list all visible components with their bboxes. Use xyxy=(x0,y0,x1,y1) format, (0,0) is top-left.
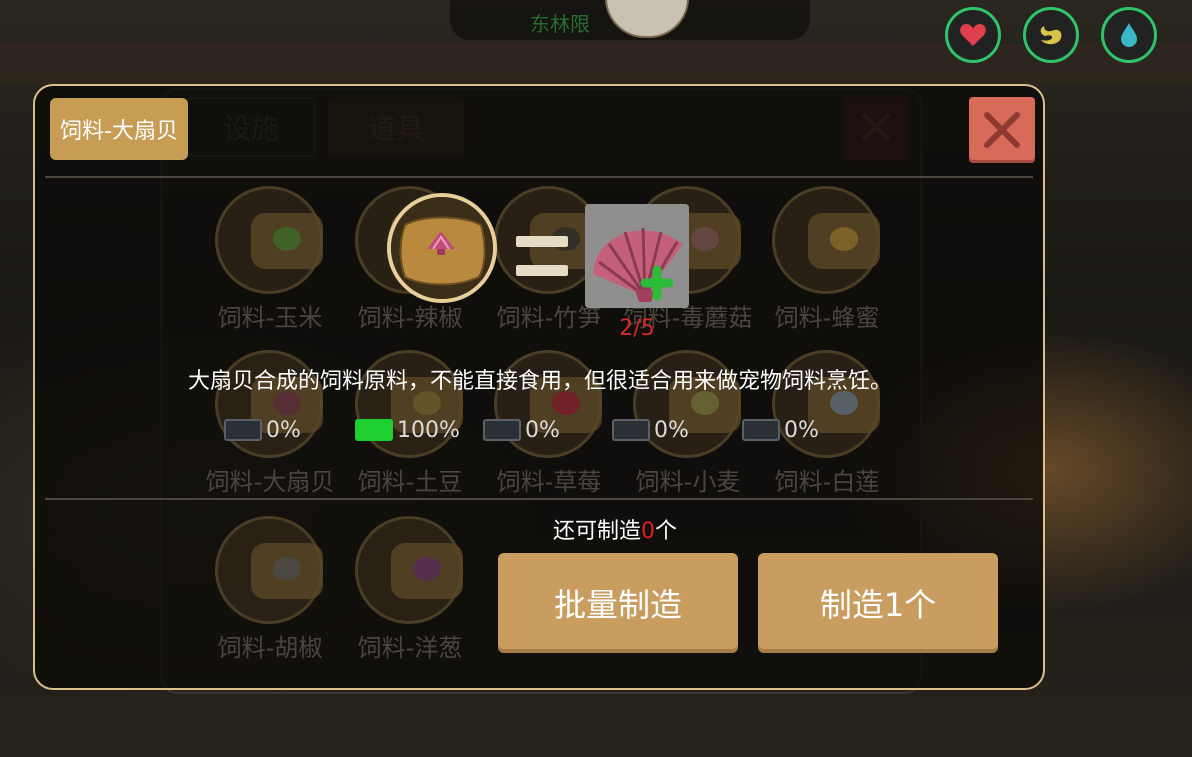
scallop-shell-icon xyxy=(585,204,689,308)
progress-bar xyxy=(742,419,780,441)
progress-indicator: 0% xyxy=(612,416,689,444)
progress-percent: 0% xyxy=(266,417,301,443)
scene-beam xyxy=(0,44,1192,84)
remaining-suffix: 个 xyxy=(655,519,678,544)
divider-bottom xyxy=(45,498,1033,500)
feed-item[interactable]: 饲料-胡椒 xyxy=(200,516,340,662)
feed-item[interactable]: 饲料-洋葱 xyxy=(340,516,480,662)
feed-item-name: 饲料-土豆 xyxy=(357,468,463,496)
feed-item-name: 饲料-大扇贝 xyxy=(205,468,335,496)
progress-percent: 0% xyxy=(654,417,689,443)
progress-bar xyxy=(483,419,521,441)
remaining-count: 0 xyxy=(641,519,655,544)
feed-item-slot xyxy=(215,516,323,624)
progress-percent: 0% xyxy=(525,417,560,443)
feed-item-name: 饲料-胡椒 xyxy=(217,634,323,662)
progress-indicator: 0% xyxy=(224,416,301,444)
stomach-icon xyxy=(1040,26,1062,45)
progress-indicator: 0% xyxy=(483,416,560,444)
feed-item[interactable]: 饲料-玉米 xyxy=(200,186,340,332)
close-icon xyxy=(984,112,1020,148)
progress-percent: 0% xyxy=(784,417,819,443)
item-description: 大扇贝合成的饲料原料，不能直接食用，但很适合用来做宠物饲料烹饪。 xyxy=(187,369,892,394)
top-banner-text: 东林限 xyxy=(530,12,590,36)
feed-item-name: 饲料-洋葱 xyxy=(357,634,463,662)
feed-item-name: 饲料-玉米 xyxy=(217,304,323,332)
health-stat[interactable] xyxy=(945,7,1001,63)
feed-item[interactable]: 饲料-蜂蜜 xyxy=(757,186,897,332)
feed-item-name: 饲料-草莓 xyxy=(496,468,602,496)
feed-item-name: 饲料-白莲 xyxy=(774,468,880,496)
product-slot[interactable] xyxy=(387,193,497,303)
batch-craft-button[interactable]: 批量制造 xyxy=(498,553,738,653)
water-drop-icon xyxy=(1121,23,1137,47)
ingredient-slot[interactable] xyxy=(585,204,689,308)
remaining-count-text: 还可制造0个 xyxy=(470,513,760,545)
progress-bar xyxy=(612,419,650,441)
progress-percent: 100% xyxy=(397,417,460,443)
scallop-feed-pouch-icon xyxy=(391,197,493,299)
feed-item-slot xyxy=(355,516,463,624)
feed-item-slot xyxy=(772,186,880,294)
remaining-prefix: 还可制造 xyxy=(552,519,641,544)
feed-ingredient-icon xyxy=(830,227,858,251)
dialog-title-tab[interactable]: 饲料-大扇贝 xyxy=(50,98,188,160)
progress-indicator: 100% xyxy=(355,416,460,444)
divider-top xyxy=(45,176,1033,178)
thirst-stat[interactable] xyxy=(1101,7,1157,63)
craft-one-button[interactable]: 制造1个 xyxy=(758,553,998,653)
equals-sign xyxy=(516,236,568,276)
feed-item-name: 饲料-辣椒 xyxy=(357,304,463,332)
feed-ingredient-icon xyxy=(691,227,719,251)
feed-item-name: 饲料-蜂蜜 xyxy=(774,304,880,332)
feed-ingredient-icon xyxy=(273,227,301,251)
progress-indicator: 0% xyxy=(742,416,819,444)
feed-item-name: 饲料-小麦 xyxy=(635,468,741,496)
hunger-stat[interactable] xyxy=(1023,7,1079,63)
close-button[interactable] xyxy=(969,97,1035,163)
feed-ingredient-icon xyxy=(413,557,441,581)
progress-bar xyxy=(355,419,393,441)
progress-bar xyxy=(224,419,262,441)
heart-icon xyxy=(960,24,986,46)
feed-item-slot xyxy=(215,186,323,294)
ingredient-count: 2/5 xyxy=(619,316,655,341)
feed-ingredient-icon xyxy=(273,557,301,581)
